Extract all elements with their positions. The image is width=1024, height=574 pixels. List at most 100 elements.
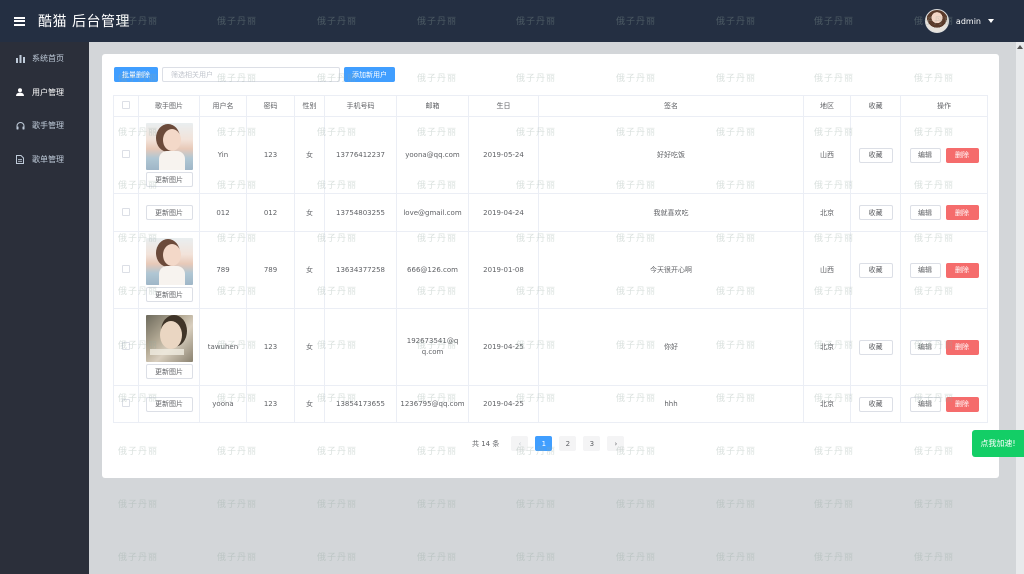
select-all-header[interactable] [113,95,139,117]
birthday-cell: 2019-05-24 [468,116,539,194]
email-cell: love@gmail.com [396,193,469,232]
phone-cell [324,308,397,386]
password-cell: 123 [246,385,295,423]
delete-button[interactable]: 删除 [945,396,979,412]
watermark-text: 俄子丹丽 [417,553,458,563]
update-photo-button[interactable]: 更新图片 [145,364,193,379]
watermark-text: 俄子丹丽 [716,500,757,510]
delete-button[interactable]: 删除 [945,262,979,278]
update-photo-button[interactable]: 更新图片 [145,287,193,302]
watermark-text: 俄子丹丽 [516,553,557,563]
edit-button[interactable]: 编辑 [909,147,941,163]
sidebar-item-playlists[interactable]: 歌单管理 [0,143,89,177]
birthday-cell: 2019-04-24 [468,193,539,232]
gender-cell: 女 [294,231,325,309]
delete-button[interactable]: 删除 [945,205,979,220]
page-button[interactable]: 1 [535,436,553,451]
username-cell: yoona [199,385,247,423]
region-cell: 山西 [803,231,851,309]
favorite-button[interactable]: 收藏 [858,205,893,220]
gender-cell: 女 [294,308,325,386]
watermark-text: 俄子丹丽 [417,500,458,510]
singer-photo [145,238,193,285]
signature-cell: 好好吃饭 [538,116,804,194]
favorite-button[interactable]: 收藏 [858,262,893,278]
next-page-button[interactable]: › [607,436,625,451]
favorite-button[interactable]: 收藏 [858,339,893,355]
update-photo-button[interactable]: 更新图片 [145,172,193,187]
hamburger-menu-icon[interactable] [0,0,38,42]
signature-cell: 我就喜欢吃 [538,193,804,232]
sidebar-item-label: 系统首页 [32,54,64,64]
row-checkbox[interactable] [122,342,130,350]
sidebar-item-singers[interactable]: 歌手管理 [0,109,89,143]
edit-button[interactable]: 编辑 [909,339,941,355]
username-cell: 012 [199,193,247,232]
prev-page-button[interactable]: ‹ [511,436,529,451]
birthday-cell: 2019-04-25 [468,385,539,423]
row-checkbox[interactable] [122,399,130,407]
edit-button[interactable]: 编辑 [909,396,941,412]
column-header: 生日 [468,95,539,117]
watermark-text: 俄子丹丽 [814,500,855,510]
column-header: 用户名 [199,95,247,117]
username[interactable]: admin [956,17,981,26]
user-icon [14,88,26,97]
watermark-text: 俄子丹丽 [914,553,955,563]
update-photo-button[interactable]: 更新图片 [145,396,193,412]
row-checkbox[interactable] [122,207,130,216]
toolbar: 批量删除 添加新用户 [114,67,395,82]
sidebar-item-label: 歌单管理 [32,154,64,164]
sidebar-item-label: 歌手管理 [32,121,64,131]
add-user-button[interactable]: 添加新用户 [344,67,395,82]
document-icon [14,154,26,164]
region-cell: 山西 [803,116,851,194]
watermark-text: 俄子丹丽 [814,553,855,563]
password-cell: 012 [246,193,295,232]
page-button[interactable]: 3 [583,436,601,451]
top-header: 酷猫 后台管理 admin [0,0,1024,42]
phone-cell: 13634377258 [324,231,397,309]
headphones-icon [14,121,26,130]
table-row: 更新图片 012 012 女 13754803255 love@gmail.co… [113,193,988,232]
update-photo-button[interactable]: 更新图片 [145,205,193,220]
birthday-cell: 2019-04-25 [468,308,539,386]
watermark-text: 俄子丹丽 [217,553,258,563]
edit-button[interactable]: 编辑 [909,205,941,220]
watermark-text: 俄子丹丽 [118,500,159,510]
user-dropdown[interactable]: admin [924,9,994,33]
watermark-text: 俄子丹丽 [118,553,159,563]
accelerate-float-button[interactable]: 点我加速! [972,430,1024,457]
password-cell: 123 [246,308,295,386]
favorite-button[interactable]: 收藏 [858,396,893,412]
region-cell: 北京 [803,193,851,232]
password-cell: 123 [246,116,295,194]
table-row: 更新图片 yoona 123 女 13854173655 1236795@qq.… [113,385,988,423]
row-checkbox[interactable] [122,265,130,273]
select-all-checkbox[interactable] [122,101,130,109]
table-row: 更新图片 Yin 123 女 13776412237 yoona@qq.com … [113,116,988,194]
email-cell: 192673541@qq.com [396,308,469,386]
favorite-button[interactable]: 收藏 [858,147,893,163]
gender-cell: 女 [294,385,325,423]
column-header: 手机号码 [324,95,397,117]
page-button[interactable]: 2 [559,436,577,451]
delete-button[interactable]: 删除 [945,339,979,355]
email-cell: 666@126.com [396,231,469,309]
row-checkbox[interactable] [122,150,130,158]
delete-button[interactable]: 删除 [945,147,979,163]
search-input[interactable] [162,67,340,82]
avatar[interactable] [924,9,949,33]
batch-delete-button[interactable]: 批量删除 [114,67,158,82]
phone-cell: 13776412237 [324,116,397,194]
sidebar-item-users[interactable]: 用户管理 [0,76,89,110]
page-scrollbar[interactable] [1016,42,1024,574]
edit-button[interactable]: 编辑 [909,262,941,278]
scroll-up-arrow-icon[interactable] [1017,45,1023,49]
caret-down-icon[interactable] [988,19,994,23]
sidebar-item-home[interactable]: 系统首页 [0,42,89,76]
watermark-text: 俄子丹丽 [217,500,258,510]
column-header: 地区 [803,95,851,117]
watermark-text: 俄子丹丽 [616,500,657,510]
table-row: 更新图片 789 789 女 13634377258 666@126.com 2… [113,231,988,309]
